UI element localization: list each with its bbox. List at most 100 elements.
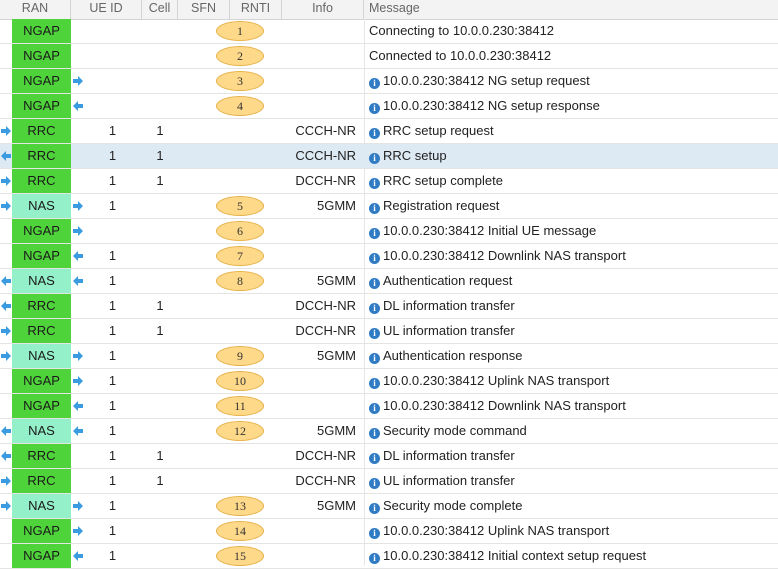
- ran-cell: NGAP: [12, 94, 71, 118]
- info-icon[interactable]: i: [369, 528, 380, 539]
- message-cell: i Security mode command: [369, 419, 527, 443]
- cell-id-cell: 1: [156, 473, 164, 488]
- ue-id-cell: 1: [108, 398, 117, 413]
- column-header-info[interactable]: Info: [282, 0, 364, 19]
- cell-id-cell: [150, 44, 170, 68]
- column-header-rnti[interactable]: RNTI: [230, 0, 282, 19]
- info-icon[interactable]: i: [369, 278, 380, 289]
- sequence-badge: 12: [216, 421, 264, 441]
- ue-id-cell: 1: [108, 323, 117, 338]
- info-cell: DCCH-NR: [295, 473, 356, 488]
- table-row[interactable]: NAS 1 9 5GMM i Authentication response: [0, 344, 778, 369]
- cell-id-cell: 1: [156, 323, 164, 338]
- info-cell: 5GMM: [317, 423, 356, 438]
- cell-id-cell: [150, 269, 170, 293]
- column-header-ran[interactable]: RAN: [0, 0, 71, 19]
- table-row[interactable]: NAS 1 5 5GMM i Registration request: [0, 194, 778, 219]
- info-icon[interactable]: i: [369, 503, 380, 514]
- table-row[interactable]: NGAP 1 Connecting to 10.0.0.230:38412: [0, 19, 778, 44]
- arrow-right-icon: [73, 351, 83, 361]
- sequence-badge: 11: [216, 396, 264, 416]
- column-header-message[interactable]: Message: [364, 0, 778, 19]
- info-icon[interactable]: i: [369, 428, 380, 439]
- ran-cell: NGAP: [12, 369, 71, 393]
- arrow-right-icon: [73, 526, 83, 536]
- table-row[interactable]: RRC 1 1 CCCH-NR i RRC setup: [0, 144, 778, 169]
- info-icon[interactable]: i: [369, 78, 380, 89]
- info-icon[interactable]: i: [369, 478, 380, 489]
- info-cell: DCCH-NR: [295, 323, 356, 338]
- arrow-left-icon: [1, 451, 11, 461]
- direction-icon: [0, 500, 12, 512]
- direction-icon: [72, 200, 84, 212]
- info-icon[interactable]: i: [369, 353, 380, 364]
- table-row[interactable]: NAS 1 13 5GMM i Security mode complete: [0, 494, 778, 519]
- table-row[interactable]: NGAP 1 10 i 10.0.0.230:38412 Uplink NAS tran…: [0, 369, 778, 394]
- table-row[interactable]: NAS 1 8 5GMM i Authentication request: [0, 269, 778, 294]
- sequence-badge: 4: [216, 96, 264, 116]
- info-icon[interactable]: i: [369, 178, 380, 189]
- table-row[interactable]: RRC 1 1 DCCH-NR i DL information transfer: [0, 294, 778, 319]
- info-cell: [272, 244, 356, 268]
- message-cell: i 10.0.0.230:38412 Downlink NAS transport: [369, 244, 626, 268]
- table-row[interactable]: RRC 1 1 CCCH-NR i RRC setup request: [0, 119, 778, 144]
- direction-icon: [0, 150, 12, 162]
- ran-cell: NGAP: [12, 44, 71, 68]
- table-row[interactable]: NGAP 6 i 10.0.0.230:38412 Initial UE messag…: [0, 219, 778, 244]
- table-row[interactable]: NGAP 3 i 10.0.0.230:38412 NG setup request: [0, 69, 778, 94]
- column-header-cell[interactable]: Cell: [142, 0, 178, 19]
- cell-id-cell: [150, 19, 170, 43]
- table-row[interactable]: RRC 1 1 DCCH-NR i RRC setup complete: [0, 169, 778, 194]
- direction-icon: [72, 75, 84, 87]
- info-icon[interactable]: i: [369, 403, 380, 414]
- direction-icon: [0, 425, 12, 437]
- message-cell: i 10.0.0.230:38412 Downlink NAS transport: [369, 394, 626, 418]
- column-header-ue-id[interactable]: UE ID: [71, 0, 142, 19]
- info-icon[interactable]: i: [369, 203, 380, 214]
- direction-icon: [72, 525, 84, 537]
- table-row[interactable]: NGAP 1 11 i 10.0.0.230:38412 Downlink NAS tr…: [0, 394, 778, 419]
- direction-icon: [72, 550, 84, 562]
- info-icon[interactable]: i: [369, 553, 380, 564]
- arrow-right-icon: [1, 126, 11, 136]
- info-icon[interactable]: i: [369, 228, 380, 239]
- ran-cell: NGAP: [12, 394, 71, 418]
- table-row[interactable]: NAS 1 12 5GMM i Security mode command: [0, 419, 778, 444]
- message-text: 10.0.0.230:38412 Downlink NAS transport: [383, 248, 626, 263]
- message-text: Security mode command: [383, 423, 527, 438]
- arrow-left-icon: [1, 301, 11, 311]
- info-icon[interactable]: i: [369, 453, 380, 464]
- message-cell: i 10.0.0.230:38412 NG setup request: [369, 69, 590, 93]
- message-cell: i RRC setup: [369, 144, 447, 168]
- ue-id-cell: 1: [108, 523, 117, 538]
- column-header-sfn[interactable]: SFN: [178, 0, 230, 19]
- info-icon[interactable]: i: [369, 103, 380, 114]
- table-row[interactable]: NGAP 1 14 i 10.0.0.230:38412 Uplink NAS tran…: [0, 519, 778, 544]
- table-row[interactable]: NGAP 1 15 i 10.0.0.230:38412 Initial context…: [0, 544, 778, 569]
- message-text: 10.0.0.230:38412 Initial context setup r…: [383, 548, 647, 563]
- info-icon[interactable]: i: [369, 378, 380, 389]
- ran-cell: NAS: [12, 194, 71, 218]
- cell-id-cell: 1: [156, 298, 164, 313]
- arrow-right-icon: [1, 501, 11, 511]
- info-icon[interactable]: i: [369, 253, 380, 264]
- message-text: RRC setup request: [383, 123, 494, 138]
- cell-id-cell: [150, 219, 170, 243]
- info-icon[interactable]: i: [369, 303, 380, 314]
- table-row[interactable]: RRC 1 1 DCCH-NR i DL information transfer: [0, 444, 778, 469]
- info-icon[interactable]: i: [369, 128, 380, 139]
- ran-cell: RRC: [12, 119, 71, 143]
- table-row[interactable]: NGAP 4 i 10.0.0.230:38412 NG setup response: [0, 94, 778, 119]
- direction-icon: [0, 350, 12, 362]
- ue-id-cell: 1: [108, 548, 117, 563]
- table-row[interactable]: RRC 1 1 DCCH-NR i UL information transfer: [0, 469, 778, 494]
- table-row[interactable]: RRC 1 1 DCCH-NR i UL information transfer: [0, 319, 778, 344]
- table-row[interactable]: NGAP 2 Connected to 10.0.0.230:38412: [0, 44, 778, 69]
- info-icon[interactable]: i: [369, 328, 380, 339]
- ran-cell: NGAP: [12, 519, 71, 543]
- cell-id-cell: [150, 394, 170, 418]
- info-icon[interactable]: i: [369, 153, 380, 164]
- cell-id-cell: [150, 519, 170, 543]
- info-cell: 5GMM: [317, 273, 356, 288]
- table-row[interactable]: NGAP 1 7 i 10.0.0.230:38412 Downlink NAS tra…: [0, 244, 778, 269]
